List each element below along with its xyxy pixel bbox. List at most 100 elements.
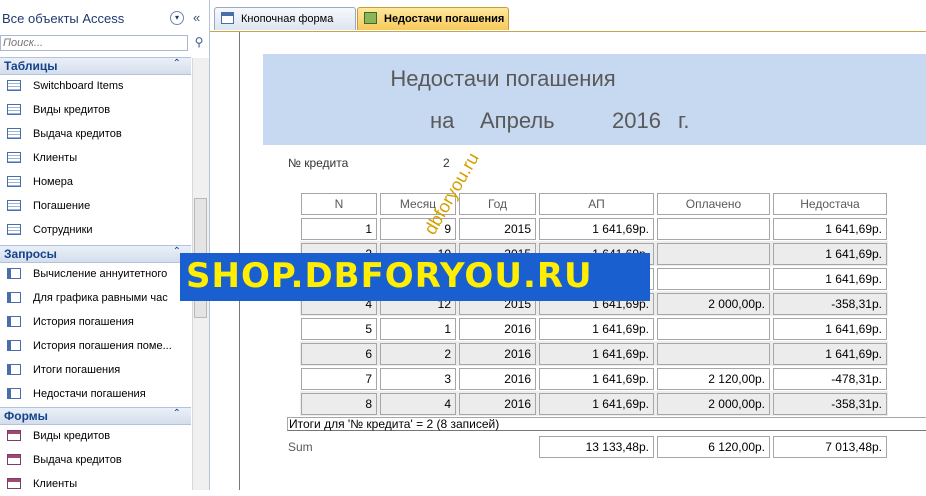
nav-item[interactable]: Номера — [0, 172, 191, 194]
table-row: 5 1 2016 1 641,69р. 1 641,69р. — [300, 316, 888, 341]
nav-title[interactable]: Все объекты Access — [2, 11, 124, 26]
sum-shortfall: 7 013,48р. — [773, 436, 887, 458]
cell-month: 4 — [380, 393, 456, 415]
column-header-shortfall: Недостача — [773, 193, 887, 215]
form-icon — [7, 430, 21, 441]
nav-item-label: История погашения поме... — [33, 340, 172, 352]
query-icon — [7, 364, 21, 375]
tab-label: Недостачи погашения — [384, 13, 505, 25]
nav-item[interactable]: Switchboard Items — [0, 76, 191, 98]
nav-item-label: Выдача кредитов — [33, 128, 122, 140]
nav-item[interactable]: Клиенты — [0, 474, 191, 496]
document-tab-bar: Кнопочная форма Недостачи погашения — [210, 0, 926, 32]
nav-group-queries[interactable]: Запросы ⌃ — [0, 245, 191, 263]
cell-shortfall: 1 641,69р. — [773, 268, 887, 290]
cell-year: 2016 — [459, 343, 536, 365]
nav-item[interactable]: Выдача кредитов — [0, 124, 191, 146]
nav-item-label: Итоги погашения — [33, 364, 121, 376]
nav-item-label: Switchboard Items — [33, 80, 124, 92]
column-header-n: N — [301, 193, 377, 215]
nav-item-label: Недостачи погашения — [33, 388, 146, 400]
nav-item[interactable]: Клиенты — [0, 148, 191, 170]
nav-item[interactable]: Недостачи погашения — [0, 384, 191, 406]
column-header-year: Год — [459, 193, 536, 215]
table-icon — [7, 80, 21, 91]
nav-item[interactable]: Выдача кредитов — [0, 450, 191, 472]
query-icon — [7, 340, 21, 351]
nav-item-label: История погашения — [33, 316, 134, 328]
nav-group-label: Формы — [4, 409, 48, 423]
query-icon — [7, 388, 21, 399]
nav-item[interactable]: Виды кредитов — [0, 426, 191, 448]
nav-item[interactable]: Для графика равными час — [0, 288, 191, 310]
table-icon — [7, 200, 21, 211]
cell-year: 2015 — [459, 218, 536, 240]
tab-shortfall-report[interactable]: Недостачи погашения — [357, 7, 509, 30]
table-icon — [7, 176, 21, 187]
nav-header[interactable]: Все объекты Access ▾ « — [0, 8, 209, 30]
cell-paid — [657, 343, 770, 365]
cell-year: 2016 — [459, 368, 536, 390]
table-icon — [7, 224, 21, 235]
cell-shortfall: 1 641,69р. — [773, 218, 887, 240]
cell-n: 5 — [301, 318, 377, 340]
nav-item-label: Выдача кредитов — [33, 454, 122, 466]
chevron-up-icon[interactable]: ⌃ — [173, 58, 181, 69]
credit-number-value: 2 — [443, 156, 450, 170]
cell-n: 8 — [301, 393, 377, 415]
sum-ap: 13 133,48р. — [539, 436, 654, 458]
report-icon — [364, 12, 377, 24]
nav-group-tables[interactable]: Таблицы ⌃ — [0, 57, 191, 75]
nav-item-label: Сотрудники — [33, 224, 93, 236]
collapse-pane-icon[interactable]: « — [193, 10, 200, 25]
cell-month: 3 — [380, 368, 456, 390]
cell-shortfall: -358,31р. — [773, 393, 887, 415]
nav-item-label: Номера — [33, 176, 73, 188]
nav-item-label: Вычисление аннуитетного — [33, 268, 168, 280]
report-year: 2016 — [612, 108, 661, 133]
nav-item[interactable]: Вычисление аннуитетного — [0, 264, 191, 286]
nav-item-label: Погашение — [33, 200, 91, 212]
cell-year: 2016 — [459, 318, 536, 340]
table-icon — [7, 152, 21, 163]
cell-shortfall: -478,31р. — [773, 368, 887, 390]
cell-ap: 1 641,69р. — [539, 318, 654, 340]
nav-item[interactable]: Сотрудники — [0, 220, 191, 242]
nav-item[interactable]: Погашение — [0, 196, 191, 218]
nav-item[interactable]: История погашения — [0, 312, 191, 334]
nav-item[interactable]: Итоги погашения — [0, 360, 191, 382]
query-icon — [7, 268, 21, 279]
cell-shortfall: 1 641,69р. — [773, 243, 887, 265]
nav-group-label: Таблицы — [4, 59, 58, 73]
form-icon — [7, 478, 21, 489]
cell-paid — [657, 218, 770, 240]
column-header-paid: Оплачено — [657, 193, 770, 215]
search-input[interactable] — [0, 35, 188, 51]
table-row: 6 2 2016 1 641,69р. 1 641,69р. — [300, 341, 888, 366]
chevron-up-icon[interactable]: ⌃ — [173, 408, 181, 419]
cell-paid — [657, 243, 770, 265]
cell-paid — [657, 268, 770, 290]
cell-ap: 1 641,69р. — [539, 218, 654, 240]
sum-label: Sum — [288, 440, 313, 454]
cell-paid: 2 120,00р. — [657, 368, 770, 390]
nav-item[interactable]: Виды кредитов — [0, 100, 191, 122]
watermark-text: SHOP.DBFORYOU.RU — [186, 256, 593, 296]
nav-group-label: Запросы — [4, 247, 57, 261]
form-icon — [7, 454, 21, 465]
cell-paid: 2 000,00р. — [657, 293, 770, 315]
nav-group-forms[interactable]: Формы ⌃ — [0, 407, 191, 425]
chevron-down-icon[interactable]: ▾ — [170, 11, 184, 25]
cell-shortfall: -358,31р. — [773, 293, 887, 315]
cell-n: 7 — [301, 368, 377, 390]
query-icon — [7, 292, 21, 303]
table-icon — [7, 104, 21, 115]
group-summary: Итоги для '№ кредита' = 2 (8 записей) — [287, 417, 926, 431]
nav-item[interactable]: История погашения поме... — [0, 336, 191, 358]
form-icon — [221, 12, 234, 24]
tab-switchboard-form[interactable]: Кнопочная форма — [214, 7, 356, 30]
cell-year: 2016 — [459, 393, 536, 415]
nav-item-label: Клиенты — [33, 478, 78, 490]
search-icon[interactable]: ⚲ — [191, 35, 207, 51]
cell-shortfall: 1 641,69р. — [773, 318, 887, 340]
